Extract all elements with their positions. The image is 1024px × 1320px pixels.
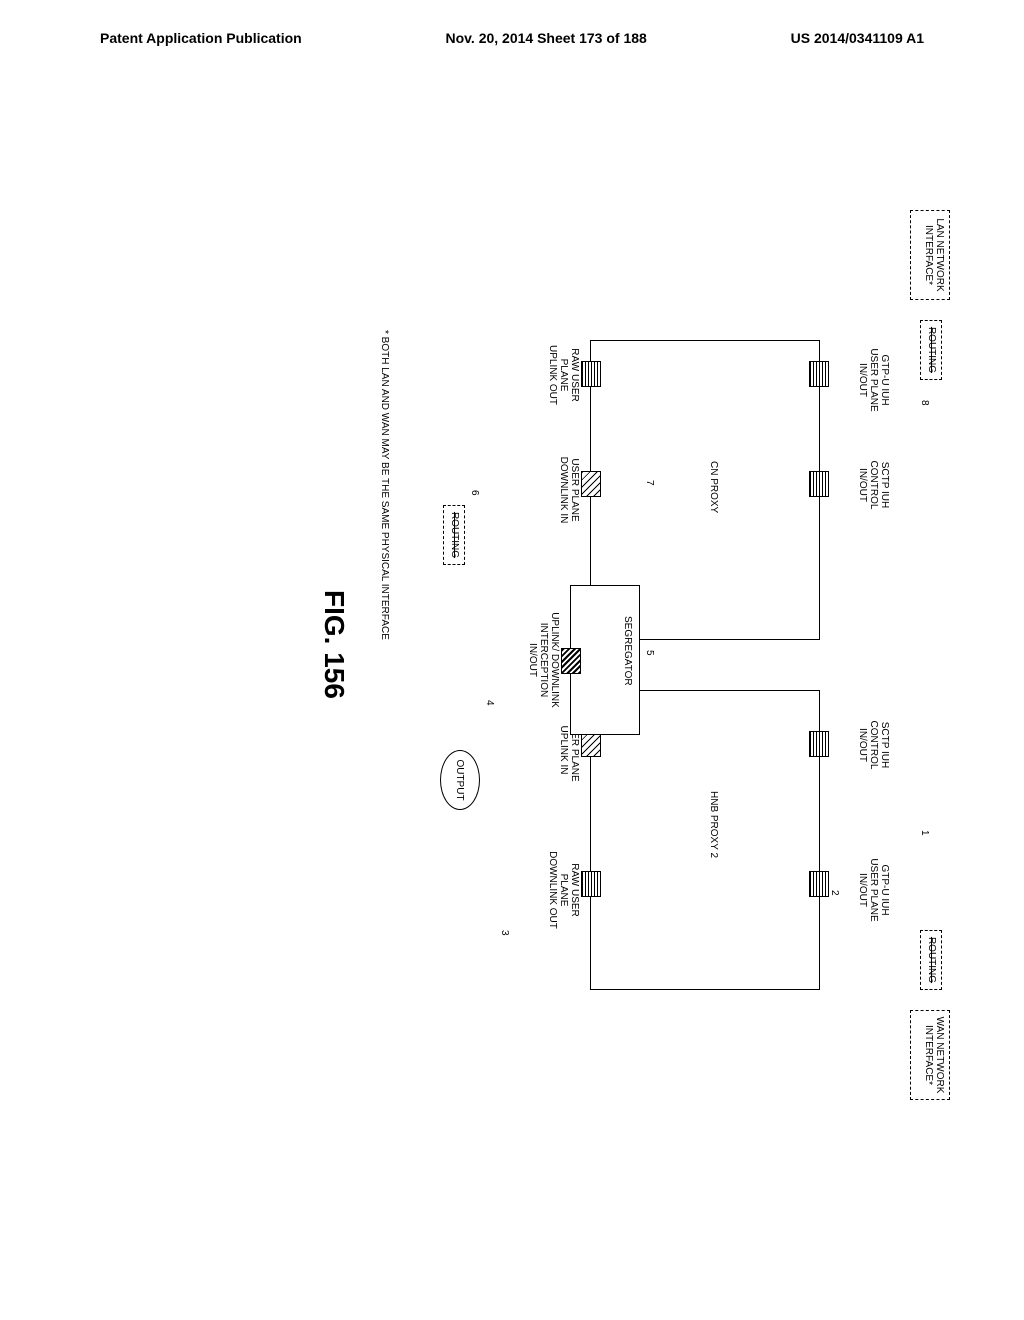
routing-left-label: ROUTING (926, 327, 937, 373)
output-label: OUTPUT (455, 759, 466, 800)
num-1: 1 (919, 830, 930, 836)
user-downlink-in-label: USER PLANE DOWNLINK IN (558, 450, 580, 530)
routing-left: ROUTING (920, 320, 942, 380)
hnb-proxy-2-box: HNB PROXY 2 (590, 690, 820, 990)
segregator-box: SEGREGATOR (570, 585, 640, 735)
header-center: Nov. 20, 2014 Sheet 173 of 188 (446, 30, 647, 46)
segregator-label: SEGREGATOR (622, 616, 633, 686)
sctp-label-left: SCTP IUH CONTROL IN/OUT (857, 450, 890, 520)
num-6: 6 (469, 490, 480, 496)
figure-label: FIG. 156 (318, 590, 350, 699)
num-3: 3 (499, 930, 510, 936)
routing-right: ROUTING (920, 930, 942, 990)
cn-raw-uplink-port-icon (581, 361, 601, 387)
num-2: 2 (829, 890, 840, 896)
raw-uplink-out-label: RAW USER PLANE UPLINK OUT (547, 340, 580, 410)
wan-interface-box: WAN NETWORK INTERFACE* (910, 1010, 950, 1100)
gtpu-label-right: GTP-U IUH USER PLANE IN/OUT (857, 850, 890, 930)
num-5: 5 (644, 650, 655, 656)
num-8: 8 (919, 400, 930, 406)
intercept-label: UPLINK/ DOWNLINK INTERCEPTION IN/OUT (527, 605, 560, 715)
raw-downlink-out-label: RAW USER PLANE DOWNLINK OUT (547, 850, 580, 930)
wan-interface-label: WAN NETWORK INTERFACE* (923, 1017, 945, 1094)
gtpu-label-left: GTP-U IUH USER PLANE IN/OUT (857, 340, 890, 420)
cn-gtpu-port-icon (809, 361, 829, 387)
num-4: 4 (484, 700, 495, 706)
hnb-raw-downlink-port-icon (581, 871, 601, 897)
lan-interface-box: LAN NETWORK INTERFACE* (910, 210, 950, 300)
routing-bottom-label: ROUTING (449, 512, 460, 558)
segregator-port-icon (561, 648, 581, 674)
lan-interface-label: LAN NETWORK INTERFACE* (923, 218, 945, 291)
num-7: 7 (644, 480, 655, 486)
page-header: Patent Application Publication Nov. 20, … (0, 0, 1024, 56)
routing-right-label: ROUTING (926, 937, 937, 983)
hnb-sctp-port-icon (809, 731, 829, 757)
cn-proxy-label: CN PROXY (708, 461, 719, 513)
output-node: OUTPUT (440, 750, 480, 810)
footnote: * BOTH LAN AND WAN MAY BE THE SAME PHYSI… (379, 330, 390, 640)
hnb-proxy-2-label: HNB PROXY 2 (708, 791, 719, 858)
sctp-label-right: SCTP IUH CONTROL IN/OUT (857, 710, 890, 780)
cn-user-downlink-port-icon (581, 471, 601, 497)
cn-sctp-port-icon (809, 471, 829, 497)
hnb-gtpu-port-icon (809, 871, 829, 897)
figure-156: SOCKET INTERFACE TUN INTERFACE NETFILTER… (30, 270, 990, 1050)
header-right: US 2014/0341109 A1 (791, 30, 924, 46)
header-left: Patent Application Publication (100, 30, 302, 46)
routing-bottom: ROUTING (443, 505, 465, 565)
